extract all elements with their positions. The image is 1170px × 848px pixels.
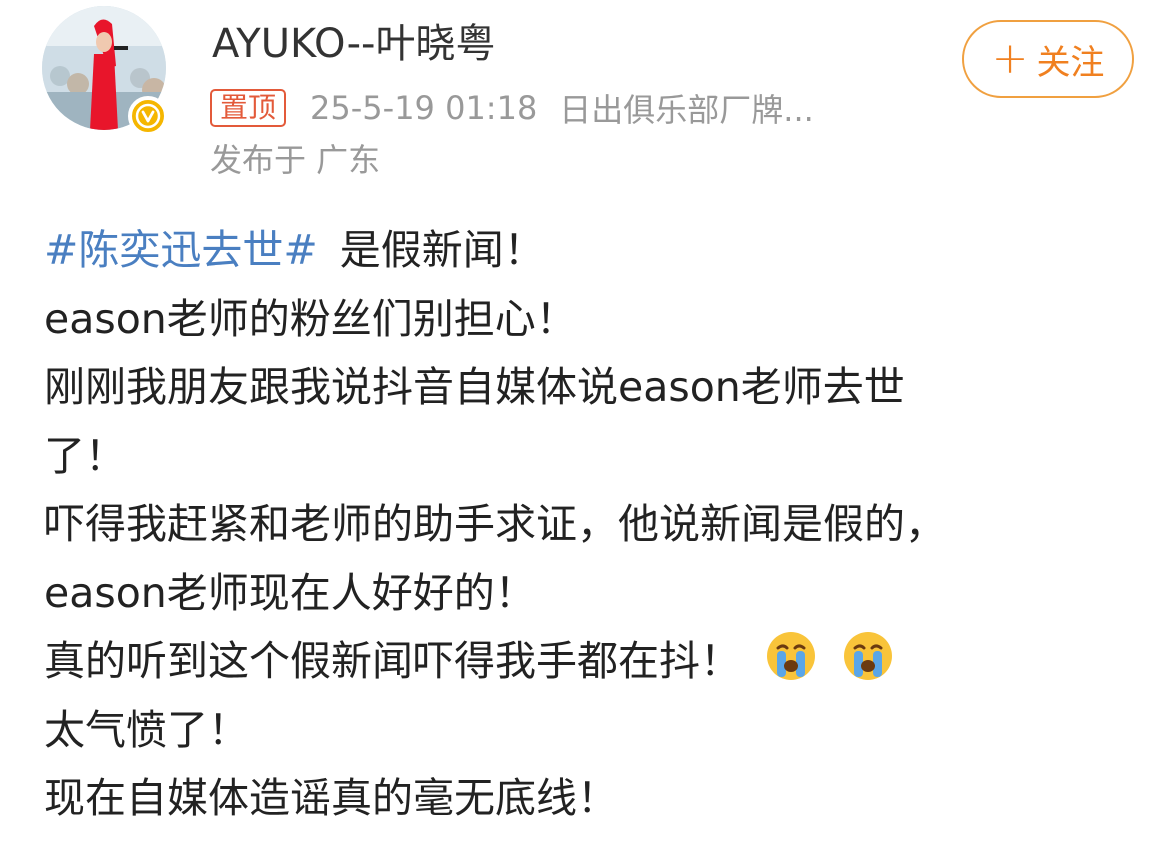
- follow-button[interactable]: + 关注: [962, 20, 1134, 98]
- post-text: 是假新闻！: [339, 226, 545, 274]
- post-line: eason老师现在人好好的！: [44, 568, 536, 617]
- post-source[interactable]: 日出俱乐部厂牌...: [559, 85, 814, 131]
- post-line: 了！: [44, 431, 126, 480]
- post-timestamp: 25-5-19 01:18: [310, 89, 538, 127]
- username[interactable]: AYUKO--叶晓粤: [212, 18, 495, 70]
- post-meta: 置顶 25-5-19 01:18 日出俱乐部厂牌...: [210, 86, 814, 130]
- post-content: #陈奕迅去世# 是假新闻！ eason老师的粉丝们别担心！ 刚刚我朋友跟我说抖音自…: [44, 216, 1134, 833]
- post-text: 真的听到这个假新闻吓得我手都在抖！: [44, 637, 741, 685]
- plus-icon: +: [991, 33, 1029, 84]
- post-location: 发布于 广东: [210, 141, 381, 179]
- post-line: 太气愤了！: [44, 705, 249, 754]
- hashtag-link[interactable]: #陈奕迅去世#: [44, 226, 318, 274]
- post-line: eason老师的粉丝们别担心！: [44, 294, 577, 343]
- post-line: 刚刚我朋友跟我说抖音自媒体说eason老师去世: [44, 363, 905, 411]
- verified-badge-icon: [128, 96, 168, 136]
- pinned-badge: 置顶: [210, 89, 287, 127]
- post-line: 真的听到这个假新闻吓得我手都在抖！: [44, 627, 1134, 696]
- follow-label: 关注: [1036, 42, 1105, 83]
- post-line: 现在自媒体造谣真的毫无底线！: [44, 774, 618, 822]
- post-line: 吓得我赶紧和老师的助手求证，他说新闻是假的，: [44, 500, 946, 548]
- post-line: #陈奕迅去世# 是假新闻！: [44, 216, 1134, 285]
- crying-face-icon: [767, 632, 816, 680]
- crying-face-icon: [844, 632, 893, 680]
